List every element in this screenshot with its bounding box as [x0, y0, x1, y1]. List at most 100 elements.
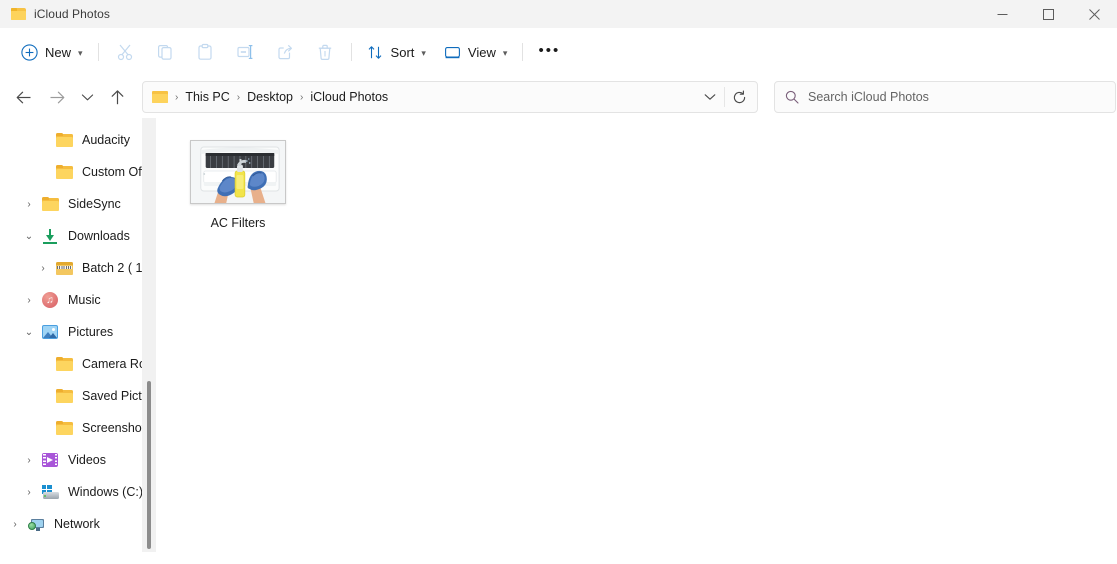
navigation-pane: Audacity Custom Offic › SideSync ⌄ Downl… [0, 118, 156, 552]
paste-button[interactable] [185, 36, 225, 68]
navigation-bar: › This PC › Desktop › iCloud Photos Sear… [0, 76, 1117, 118]
chevron-right-icon[interactable]: › [32, 263, 54, 274]
sidebar-scrollbar-thumb[interactable] [147, 381, 151, 549]
breadcrumb-item-this-pc[interactable]: This PC [180, 87, 234, 107]
search-icon [785, 90, 799, 104]
refresh-icon [733, 90, 745, 103]
videos-icon [40, 453, 60, 467]
chevron-down-icon: ▾ [421, 47, 426, 58]
forward-button[interactable] [40, 81, 74, 113]
search-input[interactable]: Search iCloud Photos [808, 90, 929, 104]
chevron-down-icon[interactable]: ⌄ [18, 231, 40, 242]
trash-icon [318, 44, 331, 61]
address-dropdown-button[interactable] [696, 83, 724, 111]
refresh-button[interactable] [725, 83, 753, 111]
cut-button[interactable] [105, 36, 145, 68]
address-bar-actions [696, 83, 753, 111]
chevron-right-icon[interactable]: › [4, 519, 26, 530]
chevron-right-icon[interactable]: › [18, 295, 40, 306]
chevron-right-icon[interactable]: › [18, 455, 40, 466]
sort-button-label: Sort [390, 44, 415, 60]
chevron-right-icon[interactable]: › [18, 487, 40, 498]
sort-arrows-icon [368, 45, 381, 59]
sidebar-item-windows-c[interactable]: › Windows (C:) [0, 476, 156, 508]
sidebar-item-music[interactable]: › Music [0, 284, 156, 316]
breadcrumb-item-icloud-photos[interactable]: iCloud Photos [305, 87, 393, 107]
arrow-right-icon [50, 91, 64, 103]
toolbar-divider-3 [522, 43, 524, 61]
downloads-icon [40, 228, 60, 244]
folder-icon [54, 133, 74, 147]
chevron-down-icon: ▾ [78, 47, 83, 58]
new-button[interactable]: New ▾ [12, 36, 92, 68]
pictures-icon [40, 325, 60, 339]
sidebar-item-label: Network [54, 517, 100, 531]
sidebar-item-pictures[interactable]: ⌄ Pictures [0, 316, 156, 348]
view-button-label: View [467, 44, 496, 60]
chevron-down-icon[interactable]: ⌄ [18, 327, 40, 338]
title-bar: iCloud Photos [0, 0, 1117, 28]
sidebar-item-downloads[interactable]: ⌄ Downloads [0, 220, 156, 252]
share-button[interactable] [265, 36, 305, 68]
rename-button[interactable] [225, 36, 265, 68]
thumbnail [190, 140, 286, 204]
plus-circle-icon [21, 43, 38, 61]
minimize-button[interactable] [979, 0, 1025, 28]
breadcrumb-separator-2: › [300, 91, 304, 103]
recent-locations-button[interactable] [74, 81, 100, 113]
new-button-label: New [45, 44, 72, 60]
chevron-right-icon[interactable]: › [18, 199, 40, 210]
breadcrumb-separator-0: › [175, 91, 179, 103]
sidebar-item-label: Windows (C:) [68, 485, 144, 499]
sidebar-item-batch-2[interactable]: › Batch 2 ( 15 a [0, 252, 156, 284]
view-button[interactable]: View ▾ [435, 36, 516, 68]
zip-folder-icon [54, 261, 74, 275]
ellipsis-icon: ••• [538, 41, 561, 59]
see-more-button[interactable]: ••• [529, 36, 569, 68]
sidebar-scrollbar[interactable] [142, 118, 156, 552]
folder-icon [152, 90, 168, 104]
search-box[interactable]: Search iCloud Photos [774, 81, 1116, 113]
up-button[interactable] [100, 81, 134, 113]
sidebar-item-camera-roll[interactable]: Camera Roll [0, 348, 156, 380]
back-button[interactable] [6, 81, 40, 113]
copy-button[interactable] [145, 36, 185, 68]
window-title: iCloud Photos [34, 7, 111, 21]
breadcrumb-separator-1: › [236, 91, 241, 103]
network-icon [26, 517, 46, 532]
sort-button[interactable]: Sort ▾ [358, 36, 435, 68]
share-icon [277, 44, 292, 60]
breadcrumb-item-desktop[interactable]: Desktop [242, 87, 298, 107]
address-bar[interactable]: › This PC › Desktop › iCloud Photos [142, 81, 758, 113]
sidebar-item-sidesync[interactable]: › SideSync [0, 188, 156, 220]
sidebar-item-network[interactable]: › Network [0, 508, 156, 540]
sidebar-item-videos[interactable]: › Videos [0, 444, 156, 476]
folder-icon [11, 7, 26, 21]
windows-drive-icon [40, 485, 60, 499]
main-area: Audacity Custom Offic › SideSync ⌄ Downl… [0, 118, 1117, 552]
chevron-down-icon: ▾ [502, 47, 508, 58]
scissors-icon [117, 44, 132, 61]
file-list-view[interactable]: AC Filters [157, 118, 1117, 552]
rename-icon [236, 44, 252, 59]
close-button[interactable] [1071, 0, 1117, 28]
sidebar-item-screenshots[interactable]: Screenshots [0, 412, 156, 444]
list-item-label: AC Filters [210, 216, 266, 230]
sidebar-item-saved-pictures[interactable]: Saved Picture [0, 380, 156, 412]
sidebar-item-custom-office[interactable]: Custom Offic [0, 156, 156, 188]
toolbar-divider-2 [350, 43, 352, 61]
music-icon [40, 292, 60, 308]
list-item[interactable]: AC Filters [179, 140, 297, 230]
delete-button[interactable] [305, 36, 345, 68]
folder-icon [40, 197, 60, 211]
chevron-down-icon [81, 93, 93, 100]
sidebar-item-label: Downloads [68, 229, 130, 243]
navigation-tree: Audacity Custom Offic › SideSync ⌄ Downl… [0, 118, 156, 540]
sidebar-item-label: Pictures [68, 325, 114, 339]
maximize-button[interactable] [1025, 0, 1071, 28]
ac-filter-photo-icon [191, 141, 285, 203]
sidebar-item-label: SideSync [68, 197, 121, 211]
folder-icon [54, 357, 74, 371]
sidebar-item-audacity[interactable]: Audacity [0, 124, 156, 156]
folder-icon [54, 389, 74, 403]
